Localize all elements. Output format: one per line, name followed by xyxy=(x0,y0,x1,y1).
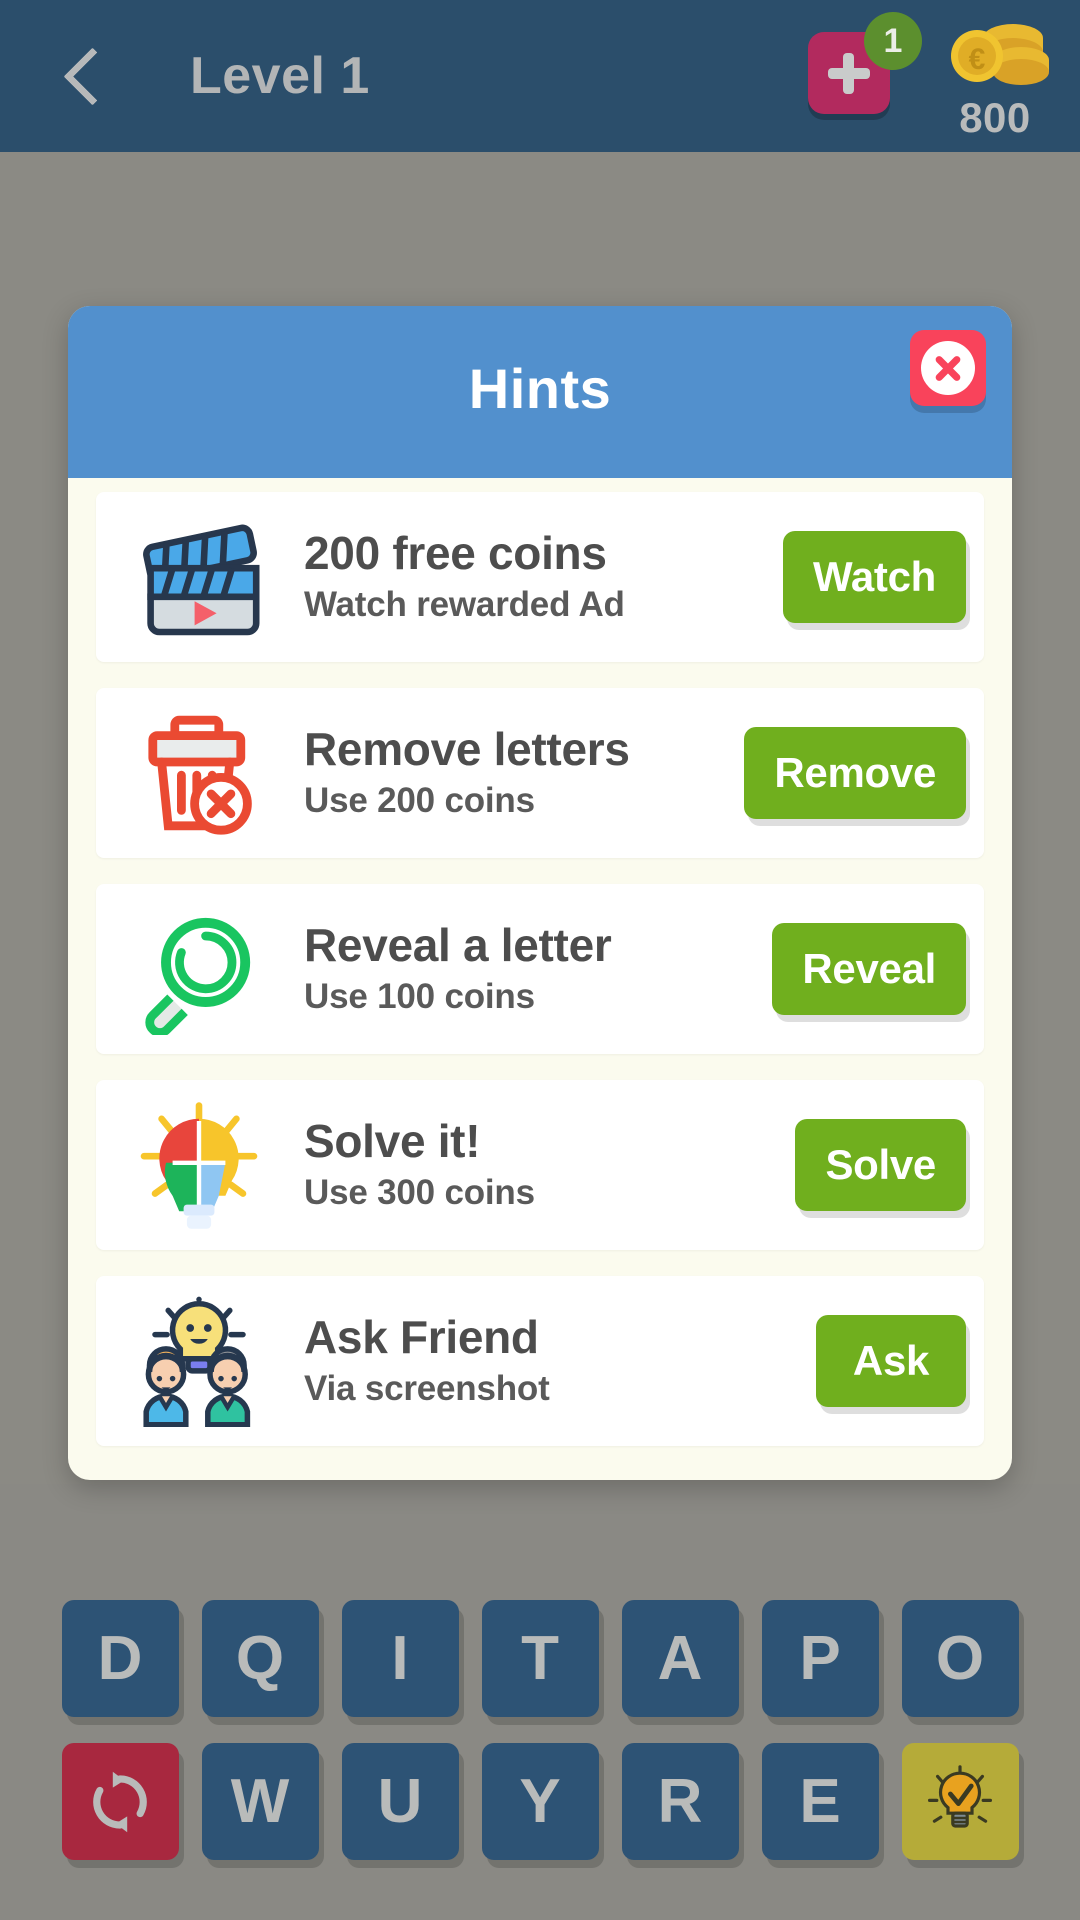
coin-counter[interactable]: € 800 xyxy=(930,16,1060,142)
close-button[interactable] xyxy=(910,330,986,406)
hint-action-cell: Watch xyxy=(783,531,970,623)
shuffle-refresh-icon[interactable] xyxy=(61,1743,179,1860)
hint-subtitle: Use 100 coins xyxy=(304,977,535,1017)
add-coins-badge: 1 xyxy=(864,12,922,70)
hint-subtitle: Via screenshot xyxy=(304,1369,550,1409)
hint-action-cell: Reveal xyxy=(772,923,970,1015)
coin-amount-label: 800 xyxy=(959,94,1031,141)
letter-key[interactable]: O xyxy=(901,1600,1019,1717)
hint-subtitle: Use 200 coins xyxy=(304,781,535,821)
puzzle-lightbulb-icon xyxy=(104,1090,294,1240)
hint-title: Remove letters xyxy=(304,722,630,775)
hint-action-button[interactable]: Ask xyxy=(816,1315,966,1407)
hint-row[interactable]: Remove letters Use 200 coins Remove xyxy=(96,688,984,858)
page-title: Level 1 xyxy=(190,47,370,105)
hint-title: Ask Friend xyxy=(304,1310,539,1363)
hint-text-block: Ask Friend Via screenshot xyxy=(294,1313,816,1409)
back-button[interactable] xyxy=(46,36,126,116)
friends-lightbulb-icon xyxy=(104,1286,294,1436)
hint-action-cell: Solve xyxy=(795,1119,970,1211)
dialog-body: 200 free coins Watch rewarded Ad Watch Remo… xyxy=(68,478,1012,1480)
hint-action-button[interactable]: Reveal xyxy=(772,923,966,1015)
top-bar: Level 1 1 € 800 xyxy=(0,0,1080,152)
hint-text-block: Reveal a letter Use 100 coins xyxy=(294,921,772,1017)
dialog-title: Hints xyxy=(468,357,612,420)
hint-text-block: 200 free coins Watch rewarded Ad xyxy=(294,529,783,625)
letter-key[interactable]: Q xyxy=(201,1600,319,1717)
letter-key[interactable]: E xyxy=(761,1743,879,1860)
coin-stack-icon: € xyxy=(935,16,1055,88)
svg-text:€: € xyxy=(969,43,986,76)
letter-key[interactable]: W xyxy=(201,1743,319,1860)
hint-text-block: Remove letters Use 200 coins xyxy=(294,725,744,821)
hint-row[interactable]: Ask Friend Via screenshot Ask xyxy=(96,1276,984,1446)
dialog-header: Hints xyxy=(68,306,1012,478)
magnifier-reveal-icon xyxy=(104,894,294,1044)
hints-dialog: Hints 200 free coins Watch rewarded Ad Wat… xyxy=(68,306,1012,1480)
chevron-left-icon xyxy=(63,47,121,105)
letter-key[interactable]: P xyxy=(761,1600,879,1717)
letter-key[interactable]: R xyxy=(621,1743,739,1860)
hint-title: Solve it! xyxy=(304,1114,481,1167)
trash-remove-icon xyxy=(104,698,294,848)
hint-title: Reveal a letter xyxy=(304,918,612,971)
hint-action-cell: Ask xyxy=(816,1315,970,1407)
keyboard-row-2: WUYRE xyxy=(0,1743,1080,1860)
hint-row[interactable]: 200 free coins Watch rewarded Ad Watch xyxy=(96,492,984,662)
hint-action-button[interactable]: Watch xyxy=(783,531,966,623)
letter-key[interactable]: I xyxy=(341,1600,459,1717)
hint-subtitle: Use 300 coins xyxy=(304,1173,535,1213)
plus-icon-vertical xyxy=(843,53,854,94)
hint-text-block: Solve it! Use 300 coins xyxy=(294,1117,795,1213)
close-x-icon xyxy=(921,341,975,395)
letter-key[interactable]: Y xyxy=(481,1743,599,1860)
letter-key[interactable]: U xyxy=(341,1743,459,1860)
hint-action-button[interactable]: Solve xyxy=(795,1119,966,1211)
hint-row[interactable]: Reveal a letter Use 100 coins Reveal xyxy=(96,884,984,1054)
hint-row[interactable]: Solve it! Use 300 coins Solve xyxy=(96,1080,984,1250)
letter-key[interactable]: T xyxy=(481,1600,599,1717)
hint-title: 200 free coins xyxy=(304,526,607,579)
hint-action-button[interactable]: Remove xyxy=(744,727,966,819)
letter-key[interactable]: A xyxy=(621,1600,739,1717)
lightbulb-check-icon[interactable] xyxy=(901,1743,1019,1860)
letter-key[interactable]: D xyxy=(61,1600,179,1717)
hint-subtitle: Watch rewarded Ad xyxy=(304,585,625,625)
letter-keyboard: DQITAPO WUYRE xyxy=(0,1600,1080,1886)
keyboard-row-1: DQITAPO xyxy=(0,1600,1080,1717)
hint-action-cell: Remove xyxy=(744,727,970,819)
clapperboard-video-icon xyxy=(104,502,294,652)
